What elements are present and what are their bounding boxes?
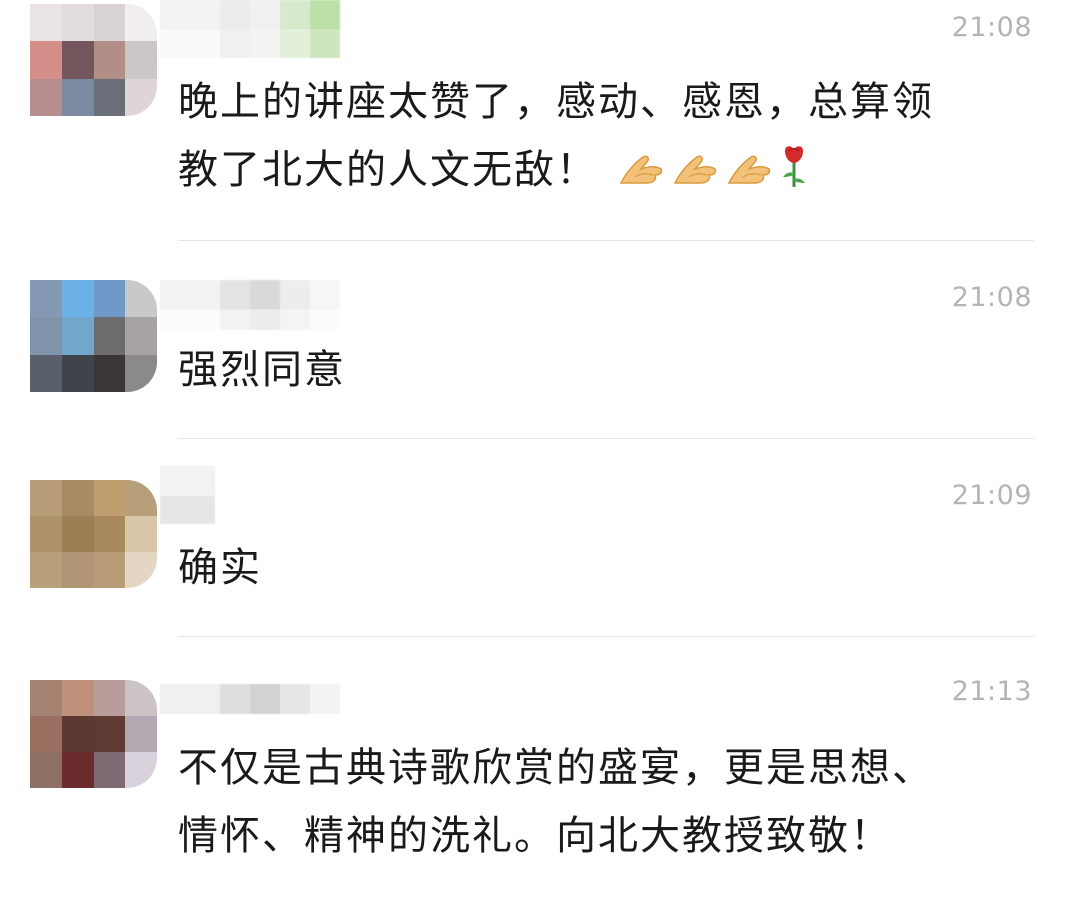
divider	[178, 636, 1034, 637]
avatar[interactable]	[30, 4, 157, 116]
timestamp: 21:13	[951, 676, 1032, 707]
avatar[interactable]	[30, 480, 157, 588]
comment-text-line: 教了北大的人文无敌！	[178, 136, 1040, 210]
rose-icon	[779, 142, 809, 210]
comment-text-fragment: 教了北大的人文无敌！	[178, 147, 598, 193]
comment-text: 不仅是古典诗歌欣赏的盛宴，更是思想、 情怀、精神的洗礼。向北大教授致敬！	[178, 734, 1040, 870]
username-blurred[interactable]	[160, 0, 340, 30]
timestamp: 21:09	[951, 480, 1032, 511]
username-blurred	[160, 30, 340, 58]
comment-text: 确实	[178, 545, 262, 591]
timestamp: 21:08	[951, 12, 1032, 43]
avatar[interactable]	[30, 680, 157, 788]
comment-item: 21:08 晚上的讲座太赞了，感动、感恩，总算领 教了北大的人文无敌！	[0, 0, 1080, 241]
username-blurred[interactable]	[160, 280, 340, 310]
comment-text-line: 情怀、精神的洗礼。向北大教授致敬！	[178, 813, 892, 859]
ok-hand-icon	[725, 142, 775, 210]
username-blurred[interactable]	[160, 684, 340, 714]
ok-hand-icon	[671, 142, 721, 210]
comment-text: 强烈同意	[178, 347, 346, 393]
comment-text-line: 晚上的讲座太赞了，感动、感恩，总算领	[178, 79, 934, 125]
comment-text-line: 不仅是古典诗歌欣赏的盛宴，更是思想、	[178, 745, 934, 791]
divider	[178, 438, 1034, 439]
divider	[178, 240, 1034, 241]
username-blurred[interactable]	[160, 466, 215, 524]
comment-text: 晚上的讲座太赞了，感动、感恩，总算领 教了北大的人文无敌！	[178, 68, 1040, 210]
ok-hand-icon	[617, 142, 667, 210]
timestamp: 21:08	[951, 282, 1032, 313]
avatar[interactable]	[30, 280, 157, 392]
username-blurred	[160, 310, 340, 330]
